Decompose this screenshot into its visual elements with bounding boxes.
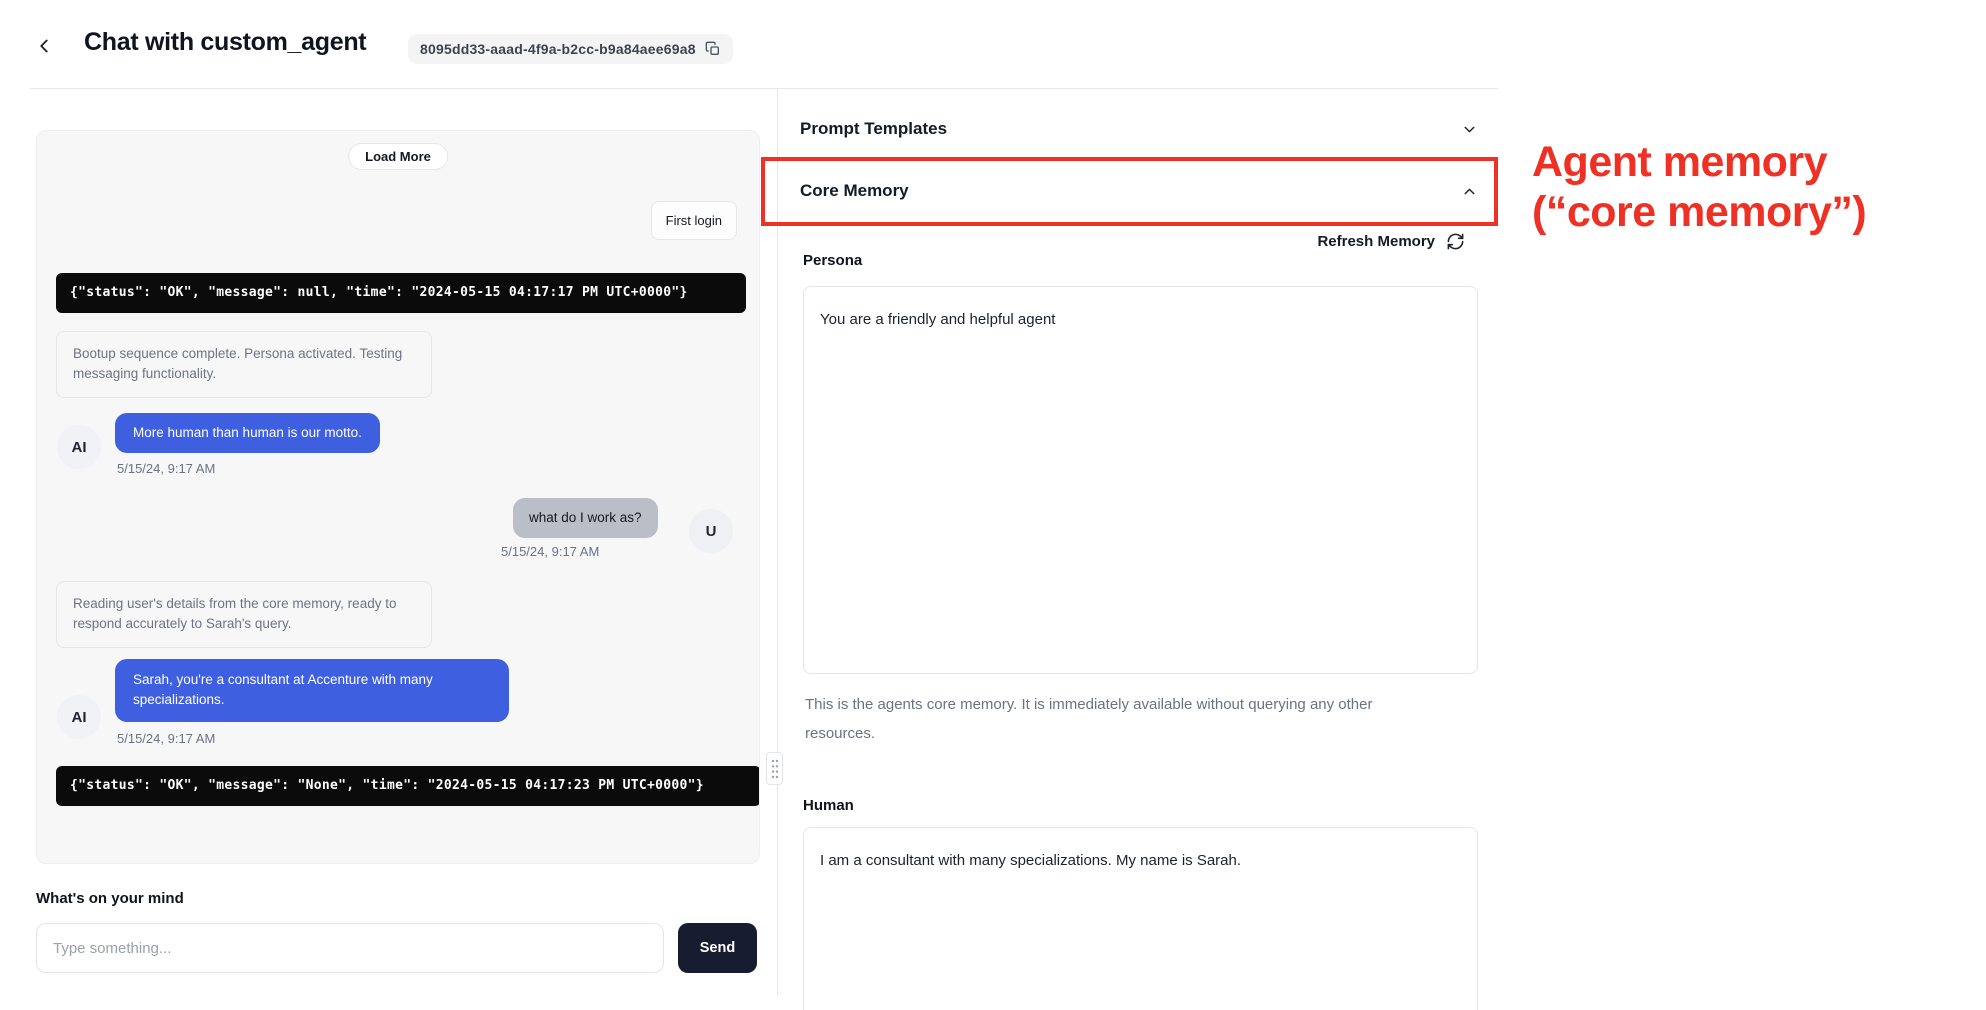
human-label: Human xyxy=(803,797,854,814)
header-divider xyxy=(30,88,1498,89)
chevron-down-icon xyxy=(1461,121,1478,138)
panel-divider xyxy=(777,89,778,995)
load-more-button[interactable]: Load More xyxy=(348,143,448,170)
core-memory-help-text: This is the agents core memory. It is im… xyxy=(805,690,1405,748)
system-message: Bootup sequence complete. Persona activa… xyxy=(56,331,432,398)
human-field-container: I am a consultant with many specializati… xyxy=(803,827,1478,1010)
agent-message-bubble: More human than human is our motto. xyxy=(115,413,380,453)
back-button[interactable] xyxy=(30,32,58,60)
message-timestamp: 5/15/24, 9:17 AM xyxy=(501,544,599,559)
avatar: U xyxy=(689,509,733,553)
core-memory-label: Core Memory xyxy=(800,181,909,201)
panel-resize-handle[interactable] xyxy=(766,752,783,785)
copy-button[interactable] xyxy=(705,41,721,57)
system-message: Reading user's details from the core mem… xyxy=(56,581,432,648)
agent-message-bubble: Sarah, you're a consultant at Accenture … xyxy=(115,659,509,722)
agent-id-badge: 8095dd33-aaad-4f9a-b2cc-b9a84aee69a8 xyxy=(408,34,733,64)
app-window: Chat with custom_agent 8095dd33-aaad-4f9… xyxy=(0,0,1986,1010)
composer-label: What's on your mind xyxy=(36,890,184,907)
first-login-badge: First login xyxy=(651,201,737,240)
annotation-line-1: Agent memory xyxy=(1532,137,1866,187)
chat-transcript-panel: Load More First login {"status": "OK", "… xyxy=(36,130,760,864)
avatar: AI xyxy=(57,695,101,739)
persona-field-container: You are a friendly and helpful agent xyxy=(803,286,1478,674)
prompt-templates-section-header[interactable]: Prompt Templates xyxy=(800,110,1478,148)
user-message-bubble: what do I work as? xyxy=(513,498,658,538)
message-input[interactable] xyxy=(36,923,664,973)
page-title: Chat with custom_agent xyxy=(84,28,366,57)
avatar: AI xyxy=(57,425,101,469)
persona-label: Persona xyxy=(803,252,862,269)
message-timestamp: 5/15/24, 9:17 AM xyxy=(117,461,215,476)
grip-dots-icon xyxy=(770,758,780,780)
refresh-icon xyxy=(1446,232,1465,251)
core-memory-section-header[interactable]: Core Memory xyxy=(800,172,1478,210)
json-status-message: {"status": "OK", "message": "None", "tim… xyxy=(56,766,760,806)
refresh-memory-label: Refresh Memory xyxy=(1317,233,1435,250)
copy-icon xyxy=(705,41,721,57)
agent-id-text: 8095dd33-aaad-4f9a-b2cc-b9a84aee69a8 xyxy=(420,41,696,57)
send-button[interactable]: Send xyxy=(678,923,757,973)
prompt-templates-label: Prompt Templates xyxy=(800,119,947,139)
annotation-line-2: (“core memory”) xyxy=(1532,187,1866,237)
human-textarea[interactable]: I am a consultant with many specializati… xyxy=(804,828,1477,1010)
json-status-message: {"status": "OK", "message": null, "time"… xyxy=(56,273,746,313)
persona-textarea[interactable]: You are a friendly and helpful agent xyxy=(804,287,1477,673)
message-timestamp: 5/15/24, 9:17 AM xyxy=(117,731,215,746)
annotation-text: Agent memory (“core memory”) xyxy=(1532,137,1866,237)
chevron-left-icon xyxy=(33,35,55,57)
chevron-up-icon xyxy=(1461,183,1478,200)
refresh-memory-button[interactable]: Refresh Memory xyxy=(800,232,1465,251)
